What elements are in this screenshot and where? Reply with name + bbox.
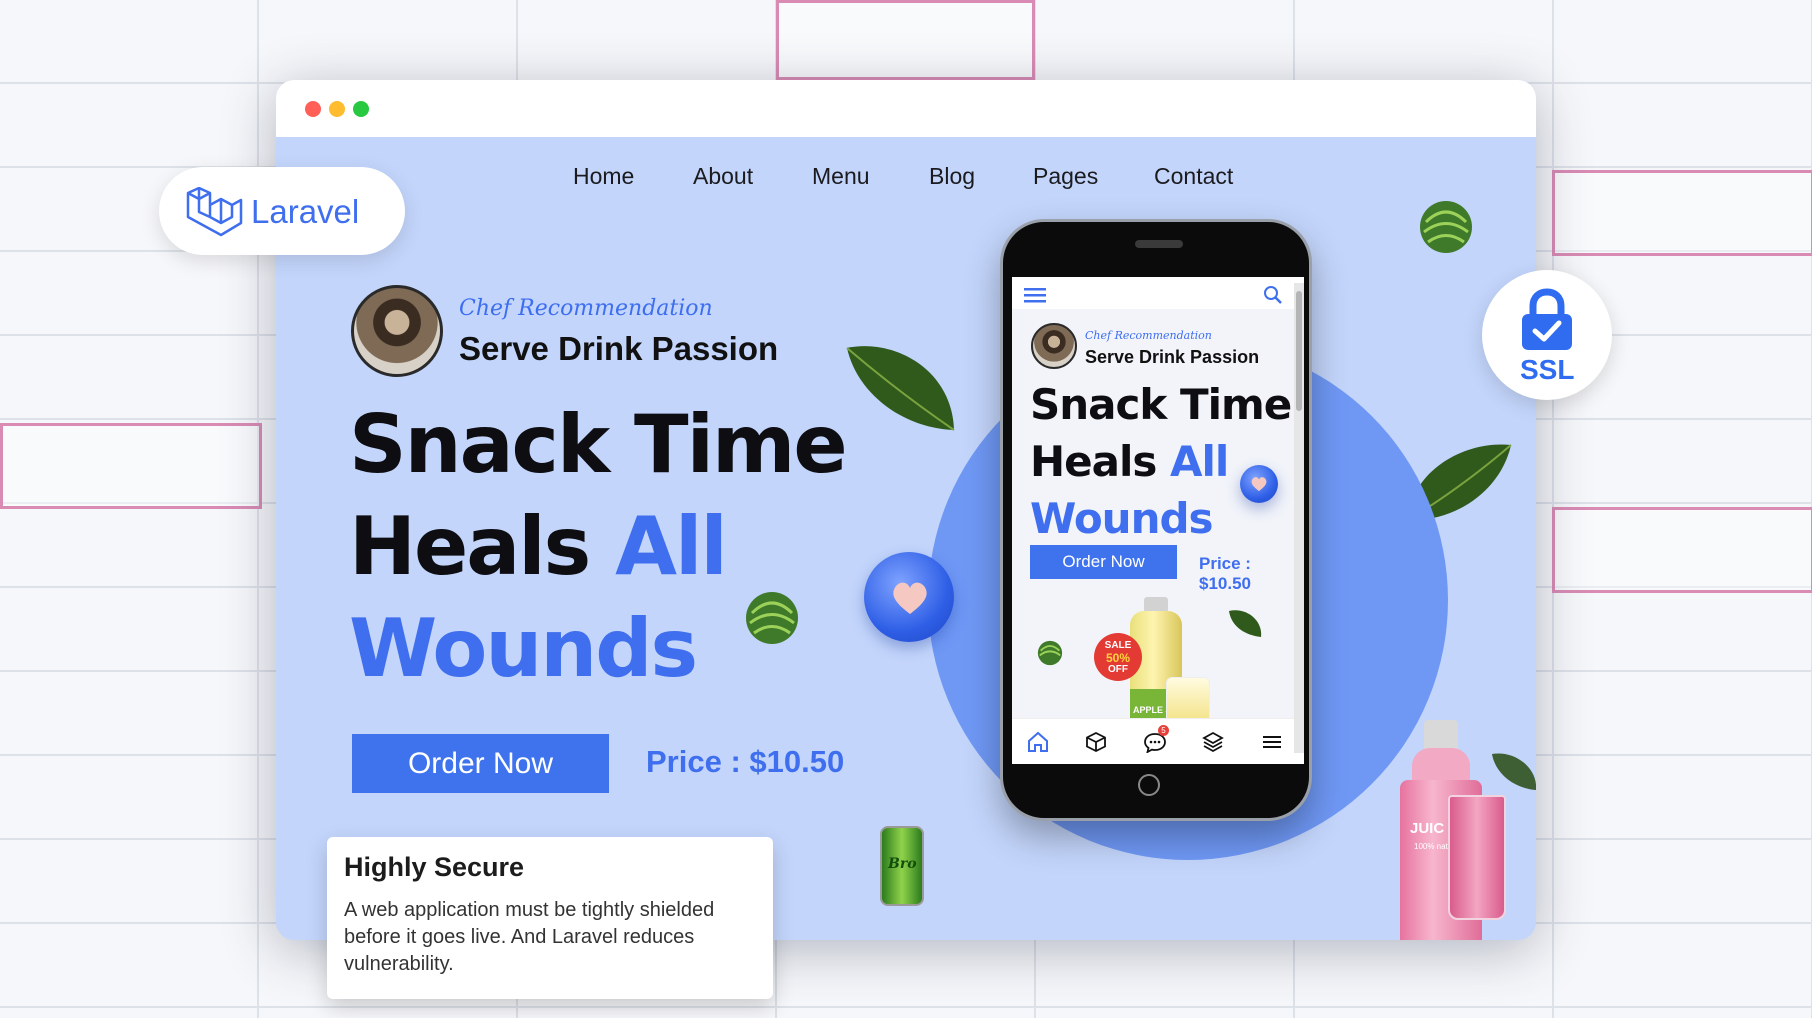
juice-glass bbox=[1448, 795, 1506, 920]
hero-title-line2: Heals All bbox=[349, 500, 728, 593]
order-now-button[interactable]: Order Now bbox=[352, 734, 609, 793]
card-body: A web application must be tightly shield… bbox=[344, 899, 715, 975]
mobile-title-line3: Wounds bbox=[1030, 494, 1214, 543]
mobile-chef-recommendation: Chef Recommendation bbox=[1085, 329, 1212, 342]
soda-can: Bro bbox=[880, 826, 924, 906]
box-icon[interactable] bbox=[1085, 731, 1107, 753]
heart-ball bbox=[864, 552, 954, 642]
search-icon[interactable] bbox=[1263, 285, 1283, 305]
mobile-tab-bar: 5 bbox=[1012, 718, 1294, 764]
artichoke-icon bbox=[1420, 201, 1472, 253]
hero-title-heals: Heals bbox=[349, 500, 616, 593]
close-dot[interactable] bbox=[305, 101, 321, 117]
highly-secure-card: Highly Secure A web application must be … bbox=[327, 837, 773, 999]
mobile-product-glass bbox=[1166, 677, 1210, 721]
mobile-title-all: All bbox=[1170, 437, 1229, 486]
mobile-subtitle: Serve Drink Passion bbox=[1085, 347, 1260, 367]
browser-titlebar bbox=[276, 80, 1536, 137]
grid-highlight-cell bbox=[1552, 507, 1812, 593]
nav-about[interactable]: About bbox=[693, 163, 753, 190]
ssl-label: SSL bbox=[1520, 354, 1575, 385]
hamburger-menu-icon[interactable] bbox=[1024, 286, 1048, 304]
hero-title-line3: Wounds bbox=[349, 602, 698, 695]
laravel-wordmark: Laravel bbox=[251, 193, 360, 230]
browser-window: Home About Menu Blog Pages Contact Chef … bbox=[276, 80, 1536, 940]
mobile-leaf-icon bbox=[1229, 610, 1262, 637]
laravel-logo-icon bbox=[186, 187, 243, 237]
sale-badge-line2: 50% bbox=[1105, 651, 1131, 665]
grid-highlight-cell bbox=[0, 423, 262, 509]
hero-title-all: All bbox=[615, 500, 728, 593]
grid-highlight-cell bbox=[1552, 170, 1812, 256]
mobile-price: Price : $10.50 bbox=[1199, 554, 1251, 593]
hero-title-line1: Snack Time bbox=[349, 398, 848, 491]
mobile-title-line2: Heals All bbox=[1030, 437, 1229, 486]
mobile-title-line1: Snack Time bbox=[1030, 380, 1292, 429]
home-icon[interactable] bbox=[1026, 731, 1050, 753]
heart-icon bbox=[893, 582, 927, 614]
nav-blog[interactable]: Blog bbox=[929, 163, 975, 190]
mobile-scrollbar[interactable] bbox=[1294, 283, 1304, 753]
phone-speaker bbox=[1135, 240, 1183, 248]
soda-can-label: Bro bbox=[888, 856, 917, 872]
mobile-chef-avatar bbox=[1031, 323, 1077, 369]
leaf-icon bbox=[1492, 753, 1536, 790]
mobile-artichoke-icon bbox=[1037, 640, 1063, 666]
hero-subtitle: Serve Drink Passion bbox=[459, 330, 779, 367]
artichoke-icon bbox=[746, 592, 798, 644]
layers-icon[interactable] bbox=[1202, 731, 1224, 753]
chat-notification-badge: 5 bbox=[1158, 725, 1169, 736]
heart-icon bbox=[1251, 477, 1267, 492]
nav-home[interactable]: Home bbox=[573, 163, 634, 190]
mobile-title-heals: Heals bbox=[1030, 437, 1170, 486]
mobile-scroll-thumb[interactable] bbox=[1296, 291, 1302, 411]
main-nav: Home About Menu Blog Pages Contact bbox=[276, 163, 1536, 193]
phone-screen: Chef Recommendation Serve Drink Passion … bbox=[1012, 277, 1304, 764]
smartphone-mockup: Chef Recommendation Serve Drink Passion … bbox=[1000, 219, 1312, 821]
mobile-order-now-button[interactable]: Order Now bbox=[1030, 545, 1177, 579]
mobile-sale-badge: SALE 50% OFF bbox=[1094, 633, 1142, 681]
nav-contact[interactable]: Contact bbox=[1154, 163, 1233, 190]
nav-menu[interactable]: Menu bbox=[812, 163, 870, 190]
laravel-badge: Laravel bbox=[159, 167, 405, 255]
card-title: Highly Secure bbox=[344, 852, 525, 882]
phone-home-button[interactable] bbox=[1138, 774, 1160, 796]
ssl-badge: SSL bbox=[1482, 270, 1612, 400]
chef-avatar bbox=[351, 285, 443, 377]
leaf-icon bbox=[846, 346, 955, 431]
grid-highlight-cell bbox=[776, 0, 1035, 80]
juice-bottle-label: JUIC bbox=[1410, 820, 1445, 837]
mobile-heart-ball bbox=[1240, 465, 1278, 503]
chef-recommendation-label: Chef Recommendation bbox=[459, 296, 713, 321]
maximize-dot[interactable] bbox=[353, 101, 369, 117]
nav-pages[interactable]: Pages bbox=[1033, 163, 1098, 190]
menu-icon[interactable] bbox=[1261, 731, 1283, 753]
sale-badge-line3: OFF bbox=[1108, 664, 1128, 675]
lock-check-icon bbox=[1522, 288, 1572, 350]
hero-price: Price : $10.50 bbox=[646, 744, 845, 779]
minimize-dot[interactable] bbox=[329, 101, 345, 117]
